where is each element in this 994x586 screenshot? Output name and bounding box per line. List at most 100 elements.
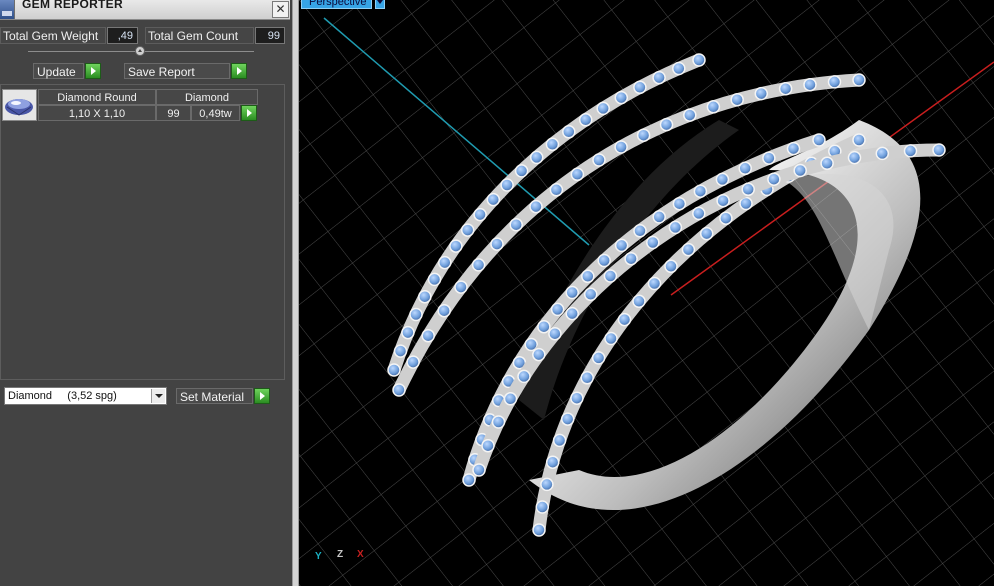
diamond-stone [549,183,564,197]
diamond-stone [715,172,730,187]
diamond-stone [565,285,579,300]
diamond-stone [633,80,647,95]
3d-viewport[interactable] [299,0,994,586]
diamond-stone [767,172,781,186]
gem-weight-cell[interactable]: 0,49tw [191,105,240,121]
diamond-stone [614,238,629,253]
diamond-stone [560,412,575,426]
diamond-stone [636,128,651,142]
diamond-stone [548,326,562,341]
diamond-stone [421,328,435,343]
gem-reporter-app-icon [0,0,15,19]
diamond-stone [565,306,579,321]
diamond-stone [739,196,753,211]
view-mode-tab[interactable]: Perspective [301,0,373,9]
diamond-stone [578,113,593,127]
diamond-stone [537,319,551,334]
diamond-stone [672,196,687,211]
close-button[interactable]: ✕ [272,1,289,18]
diamond-stone [406,355,420,369]
diamond-stone [716,193,730,208]
diamond-stone [827,75,842,89]
diamond-stone [401,325,415,340]
diamond-stone [552,433,567,448]
diamond-stone [652,70,666,85]
diamond-stone [460,223,475,237]
diamond-stone [604,331,618,346]
diamond-stone [668,220,683,235]
diamond-stone [562,125,576,139]
diamond-stone [719,211,733,225]
set-material-button[interactable]: Set Material [176,388,253,404]
set-material-play-icon[interactable] [254,388,270,404]
gem-name-cell[interactable]: Diamond Round [38,89,156,105]
diamond-stone [614,140,628,154]
diamond-stone [514,164,529,178]
diamond-stone [418,289,432,304]
diamond-stone [532,523,546,537]
diamond-stone [486,192,501,207]
gem-size-cell[interactable]: 1,10 X 1,10 [38,105,156,121]
material-select[interactable]: Diamond (3,52 spg) [4,387,167,405]
total-gem-count-value: 99 [255,27,285,44]
diamond-stone [786,141,801,156]
diamond-stone [535,500,550,514]
gem-count-cell[interactable]: 99 [156,105,191,121]
diamond-stone [540,477,554,492]
total-gem-weight-label: Total Gem Weight [0,27,106,44]
diamond-stone [387,363,401,377]
diamond-stone [803,77,817,92]
diamond-stone [550,302,565,317]
diamond-stone [672,61,686,76]
diamond-stone [820,156,834,171]
diamond-stone [473,207,487,222]
diamond-stone [592,153,606,167]
diamond-stone [617,312,632,327]
dropdown-arrow-icon[interactable] [151,389,165,403]
diamond-stone [545,137,560,152]
diamond-stone [847,150,862,165]
axis-x-label: X [357,549,364,560]
gem-row-play-icon[interactable] [241,105,257,121]
update-play-icon[interactable] [85,63,101,79]
diamond-stone [852,73,866,87]
diamond-stone [646,235,660,250]
view-mode-dropdown-icon[interactable] [375,0,385,9]
diamond-stone [647,276,662,291]
diamond-stone [570,167,585,182]
diamond-stone [529,199,543,214]
update-button[interactable]: Update [33,63,84,79]
diamond-stone [693,184,708,198]
gem-thumbnail[interactable] [2,89,37,121]
ring-render [299,0,994,586]
diamond-stone [762,151,776,165]
diamond-stone [529,150,544,165]
diamond-stone [597,253,611,268]
axis-y-label: Y [315,551,322,562]
diamond-stone [427,272,442,287]
diamond-stone [503,392,518,406]
diamond-stone [793,163,807,178]
diamond-stone [683,108,697,122]
diamond-stone [517,369,531,384]
diamond-stone [581,269,595,284]
diamond-stone [681,242,696,257]
collapse-toggle-icon[interactable] [135,46,145,56]
diamond-stone [741,182,755,197]
save-report-play-icon[interactable] [231,63,247,79]
diamond-stone [471,258,486,272]
diamond-stone [603,269,618,283]
diamond-stone [932,143,946,157]
diamond-stone [490,237,504,251]
gem-reporter-panel: GEM REPORTER ✕ Total Gem Weight ,49 Tota… [0,0,292,586]
gem-list [0,84,285,380]
diamond-stone [532,347,546,362]
axis-z-label: Z [337,549,344,560]
gem-type-cell[interactable]: Diamond [156,89,258,105]
diamond-stone [580,371,594,385]
diamond-stone [596,101,610,116]
round-diamond-icon [3,90,36,120]
save-report-button[interactable]: Save Report [124,63,230,79]
diamond-stone [509,217,523,232]
panel-splitter[interactable] [292,0,299,586]
